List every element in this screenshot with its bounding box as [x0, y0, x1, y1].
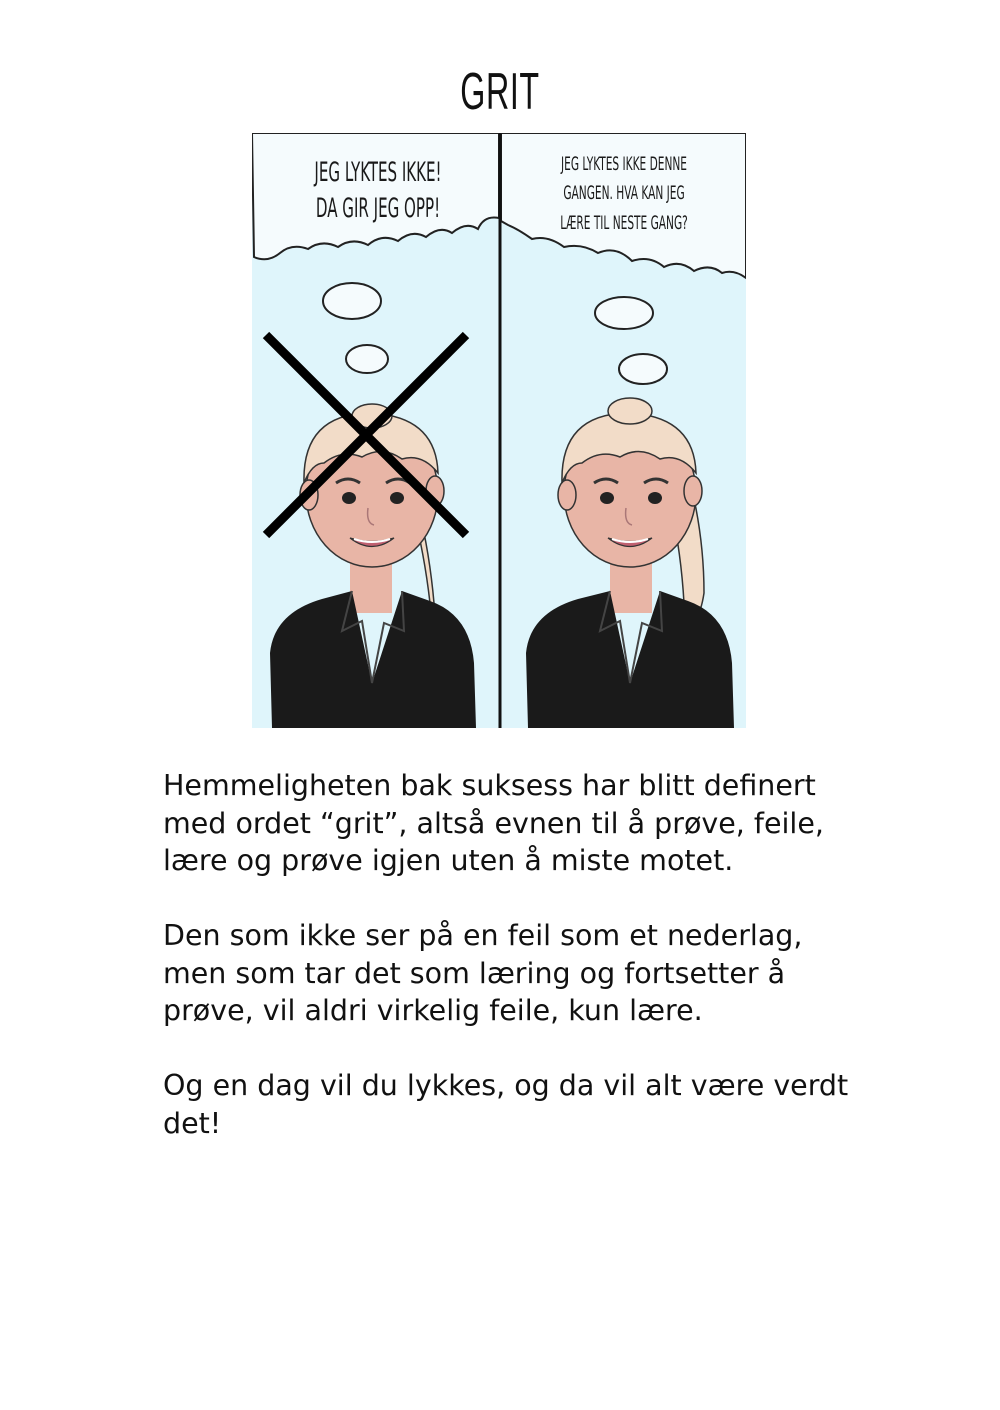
- right-thought-bubble-small: [618, 353, 668, 385]
- paragraph-3: Og en dag vil du lykkes, og da vil alt v…: [163, 1069, 849, 1140]
- left-thought-bubble-large: [322, 282, 382, 320]
- page-title: GRIT: [460, 63, 540, 121]
- left-thought-bubble-small: [345, 344, 389, 374]
- paragraph-2: Den som ikke ser på en feil som et neder…: [163, 919, 803, 1027]
- paragraph-1: Hemmeligheten bak suksess har blitt defi…: [163, 769, 824, 877]
- body-text: Hemmeligheten bak suksess har blitt defi…: [163, 767, 853, 1180]
- left-thought-text: Jeg lyktes ikke! Da gir jeg opp!: [314, 157, 442, 225]
- right-thought-text: Jeg lyktes ikke denne gangen. Hva kan je…: [560, 153, 688, 234]
- right-thought-bubble-large: [594, 296, 654, 330]
